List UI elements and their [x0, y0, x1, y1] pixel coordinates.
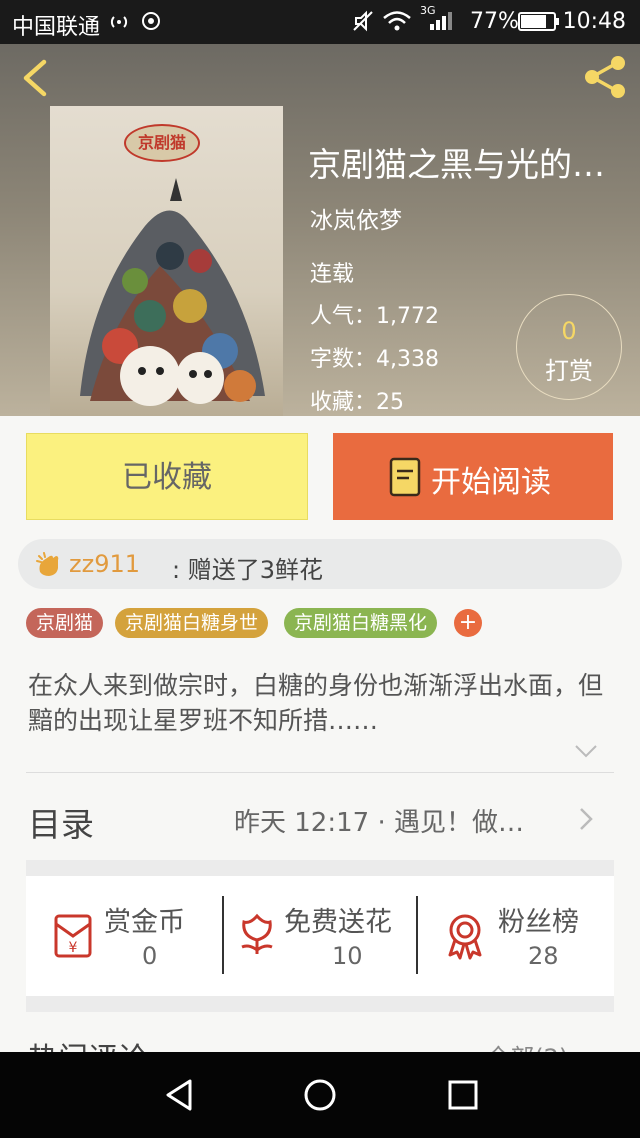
book-icon	[389, 457, 421, 497]
share-icon[interactable]	[580, 54, 630, 100]
battery-icon	[518, 12, 559, 31]
battery-percent: 77%	[470, 9, 519, 34]
red-envelope-icon: ¥	[54, 914, 92, 958]
wifi-icon	[383, 11, 411, 31]
home-nav-icon[interactable]	[303, 1078, 337, 1112]
clock: 10:48	[562, 9, 626, 34]
flower-icon	[241, 913, 273, 954]
reward-coins-value: 0	[142, 942, 158, 970]
popularity-row: 人气：1,772	[310, 298, 439, 330]
back-icon[interactable]	[18, 58, 52, 98]
mute-icon	[353, 10, 373, 32]
word-count-label: 字数：	[310, 347, 377, 372]
navigation-bar	[0, 1052, 640, 1138]
tip-button[interactable]: 0 打赏	[516, 294, 622, 400]
gift-user[interactable]: zz911	[69, 550, 140, 578]
latest-chapter: 昨天 12:17 · 遇见！做…	[234, 808, 524, 838]
book-author[interactable]: 冰岚依梦	[310, 201, 402, 235]
start-reading-label: 开始阅读	[431, 465, 551, 500]
wifi-calling-icon	[110, 16, 128, 28]
gift-notice[interactable]: zz911 : 赠送了3鲜花	[18, 539, 622, 589]
popularity-value: 1,772	[376, 304, 439, 329]
word-count-row: 字数：4,338	[310, 341, 439, 373]
toc-label: 目录	[28, 805, 94, 844]
chevron-down-icon[interactable]	[574, 744, 598, 758]
fan-ranking-value: 28	[528, 942, 559, 970]
collected-button[interactable]: 已收藏	[26, 433, 308, 520]
free-flower-value: 10	[332, 942, 363, 970]
carrier-label: 中国联通	[12, 15, 101, 40]
book-title: 京剧猫之黑与光的…	[308, 145, 605, 184]
tag-item[interactable]: 京剧猫	[26, 608, 104, 638]
table-of-contents-row[interactable]: 目录 昨天 12:17 · 遇见！做…	[26, 772, 614, 860]
tip-count: 0	[561, 317, 577, 345]
nfc-icon	[142, 12, 160, 30]
favorites-value: 25	[376, 390, 405, 415]
book-cover[interactable]: 京剧猫	[50, 106, 283, 416]
book-description: 在众人来到做宗时，白糖的身份也渐渐浮出水面，但黯的出现让星罗班不知所措……	[28, 671, 604, 735]
fan-ranking-label: 粉丝榜	[498, 907, 579, 938]
award-ribbon-icon	[448, 914, 482, 960]
tip-label: 打赏	[545, 357, 593, 385]
back-nav-icon[interactable]	[162, 1078, 196, 1112]
start-reading-button[interactable]: 开始阅读	[333, 433, 613, 520]
signal-icon	[430, 12, 452, 30]
recents-nav-icon[interactable]	[446, 1078, 480, 1112]
word-count-value: 4,338	[376, 347, 439, 372]
svg-text:¥: ¥	[69, 940, 78, 956]
fan-ranking-button[interactable]: 粉丝榜 28	[418, 876, 614, 996]
free-flower-button[interactable]: 免费送花 10	[224, 876, 416, 996]
chevron-right-icon	[580, 808, 593, 830]
popularity-label: 人气：	[310, 304, 377, 329]
free-flower-label: 免费送花	[284, 907, 392, 938]
add-tag-button[interactable]: +	[454, 609, 482, 637]
tag-item[interactable]: 京剧猫白糖身世	[115, 608, 269, 638]
section-gap	[26, 860, 614, 876]
reward-coins-button[interactable]: ¥ 赏金币 0	[26, 876, 222, 996]
status-bar: 中国联通 3G 77% 10:48	[0, 0, 640, 44]
favorites-label: 收藏：	[310, 390, 377, 415]
reward-coins-label: 赏金币	[104, 907, 185, 938]
clap-icon	[36, 552, 59, 576]
tag-item[interactable]: 京剧猫白糖黑化	[284, 608, 438, 638]
gift-message: : 赠送了3鲜花	[172, 556, 323, 584]
section-gap	[26, 996, 614, 1012]
favorites-row: 收藏：25	[310, 384, 404, 416]
reward-actions: ¥ 赏金币 0 免费送花 10 粉丝榜 28	[26, 876, 614, 996]
book-status: 连载	[310, 262, 355, 287]
cover-logo: 京剧猫	[124, 124, 200, 162]
